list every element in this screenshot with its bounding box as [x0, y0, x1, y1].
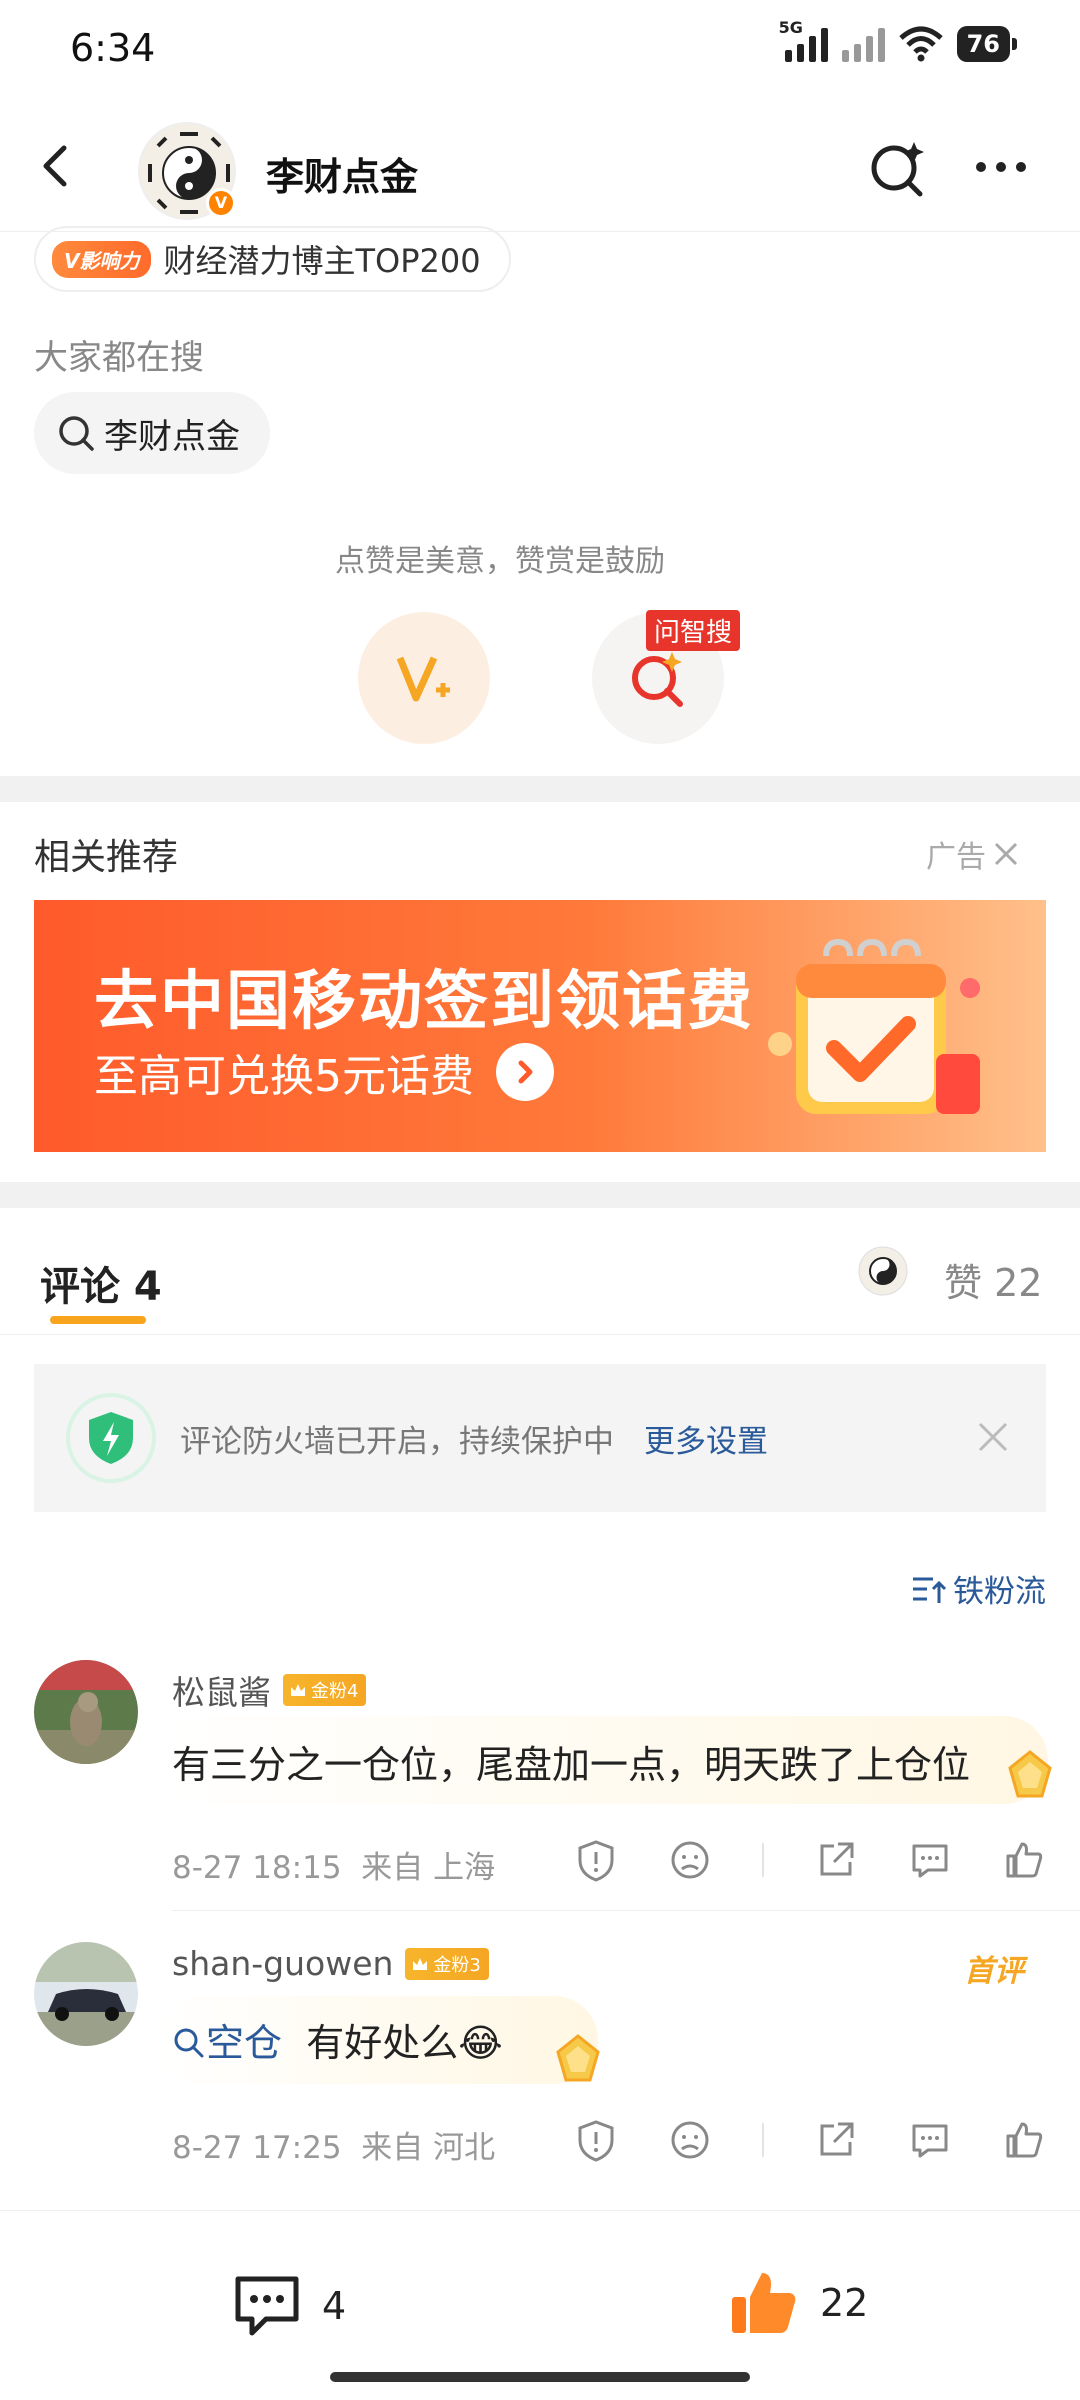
verified-badge: V [206, 188, 236, 218]
liker-avatar [858, 1246, 908, 1296]
comment-text[interactable]: 有三分之一仓位，尾盘加一点，明天跌了上仓位 [172, 1734, 970, 1789]
status-bar: 6:34 5G 76 [0, 0, 1080, 100]
account-name[interactable]: 李财点金 [266, 146, 418, 201]
section-divider [0, 776, 1080, 802]
ad-label-text: 广告 [926, 840, 986, 875]
dislike-icon[interactable] [668, 2118, 712, 2162]
topic-link[interactable]: 空仓 [206, 2021, 282, 2065]
tab-comments[interactable]: 评论 4 [40, 1254, 162, 1312]
calendar-check-icon [768, 938, 980, 1114]
share-icon[interactable] [814, 2118, 858, 2162]
comment-actions [574, 2118, 1046, 2162]
fan-level-badge: 金粉3 [405, 1947, 489, 1980]
comment-count: 4 [322, 2284, 347, 2328]
wifi-icon [898, 26, 943, 62]
more-options-icon[interactable] [976, 162, 1026, 172]
v-plus-icon [396, 656, 450, 702]
crown-icon [413, 1957, 428, 1970]
smart-search-red-icon [632, 652, 683, 707]
comment-icon [235, 2276, 299, 2336]
tab-likes[interactable]: 赞 22 [944, 1252, 1042, 1307]
search-chip-label: 李财点金 [104, 416, 240, 457]
comment-avatar[interactable] [34, 1660, 138, 1764]
ad-headline: 去中国移动签到领话费 [94, 965, 754, 1039]
back-arrow-icon[interactable] [34, 144, 78, 188]
trending-search-title: 大家都在搜 [34, 338, 204, 378]
comment-time: 8-27 18:15 [172, 1850, 342, 1886]
tab-border [0, 1334, 1080, 1335]
like-icon[interactable] [1002, 1838, 1046, 1882]
comment-meta: 8-27 18:15 来自 上海 [172, 1842, 495, 1887]
search-icon [59, 416, 94, 451]
share-icon[interactable] [814, 1838, 858, 1882]
comment-username[interactable]: shan-guowen 金粉3 [172, 1944, 489, 1983]
smart-search-icon[interactable] [868, 138, 928, 198]
fan-badge-text: 金粉3 [433, 1954, 481, 1976]
sort-toggle[interactable]: 铁粉流 [911, 1566, 1046, 1611]
section-divider [0, 1182, 1080, 1208]
crown-icon [291, 1684, 305, 1696]
chevron-right-icon [496, 1043, 554, 1101]
fan-badge-text: 金粉4 [311, 1681, 359, 1702]
thumbs-up-icon [732, 2273, 796, 2333]
recommend-title: 相关推荐 [34, 837, 179, 878]
gold-gem-icon [1008, 1750, 1052, 1798]
report-icon[interactable] [574, 1838, 618, 1882]
ad-label[interactable]: 广告 [926, 832, 1020, 876]
battery-indicator: 76 [956, 26, 1018, 62]
comment-username[interactable]: 松鼠酱 金粉4 [172, 1666, 367, 1714]
ad-banner[interactable]: 去中国移动签到领话费 至高可兑换5元话费 [34, 900, 1046, 1152]
home-indicator[interactable] [330, 2372, 750, 2382]
action-separator [762, 1843, 764, 1877]
topic-search-icon [174, 2028, 204, 2058]
sort-label: 铁粉流 [953, 1574, 1046, 1610]
status-time: 6:34 [70, 26, 156, 70]
comment-meta: 8-27 17:25 来自 河北 [172, 2122, 495, 2167]
signal-secondary-icon [841, 26, 885, 62]
report-icon[interactable] [574, 2118, 618, 2162]
like-count: 22 [820, 2281, 869, 2325]
reward-button[interactable] [358, 612, 490, 744]
comment-actions [574, 1838, 1046, 1882]
dislike-icon[interactable] [668, 1838, 712, 1882]
comment-location: 来自 上海 [361, 1850, 496, 1886]
comment-avatar[interactable] [34, 1942, 138, 2046]
like-icon[interactable] [1002, 2118, 1046, 2162]
username-text: 松鼠酱 [172, 1673, 271, 1712]
comment-text-body: 有好处么😂 [306, 2021, 503, 2065]
search-chip[interactable]: 李财点金 [34, 392, 270, 474]
action-separator [762, 2123, 764, 2157]
shield-icon [66, 1393, 156, 1483]
gold-gem-icon [556, 2034, 600, 2082]
comment-firewall-notice: 评论防火墙已开启，持续保护中 更多设置 [34, 1364, 1046, 1512]
more-settings-link[interactable]: 更多设置 [644, 1416, 768, 1461]
top-nav: V 李财点金 [0, 100, 1080, 232]
sort-icon [913, 1577, 947, 1603]
influence-badge[interactable]: V影响力 财经潜力博主TOP200 [34, 226, 511, 292]
first-comment-tag: 首评 [964, 1954, 1024, 1989]
firewall-text: 评论防火墙已开启，持续保护中 [180, 1423, 614, 1460]
influence-text: 财经潜力博主TOP200 [163, 242, 481, 280]
comment-button[interactable]: 4 [232, 2273, 346, 2339]
reply-icon[interactable] [908, 2118, 952, 2162]
fan-level-badge: 金粉4 [283, 1674, 367, 1706]
comment-divider [172, 1910, 1080, 1911]
influence-tag: V影响力 [52, 240, 152, 278]
wenzhi-tag: 问智搜 [646, 610, 741, 651]
ad-subtitle: 至高可兑换5元话费 [94, 1040, 554, 1104]
tab-active-indicator [50, 1316, 146, 1324]
close-icon[interactable] [976, 1420, 1010, 1454]
reply-icon[interactable] [908, 1838, 952, 1882]
like-button[interactable]: 22 [728, 2267, 868, 2339]
reward-caption: 点赞是美意，赞赏是鼓励 [335, 544, 665, 579]
comment-time: 8-27 17:25 [172, 2130, 342, 2166]
signal-5g-icon: 5G [779, 18, 828, 62]
comment-text[interactable]: 空仓 有好处么😂 [172, 2012, 503, 2067]
status-icons: 5G 76 [779, 18, 1018, 62]
ad-subtitle-text: 至高可兑换5元话费 [94, 1051, 474, 1102]
comment-location: 来自 河北 [361, 2130, 496, 2166]
close-icon[interactable] [992, 840, 1020, 868]
username-text: shan-guowen [172, 1944, 394, 1983]
